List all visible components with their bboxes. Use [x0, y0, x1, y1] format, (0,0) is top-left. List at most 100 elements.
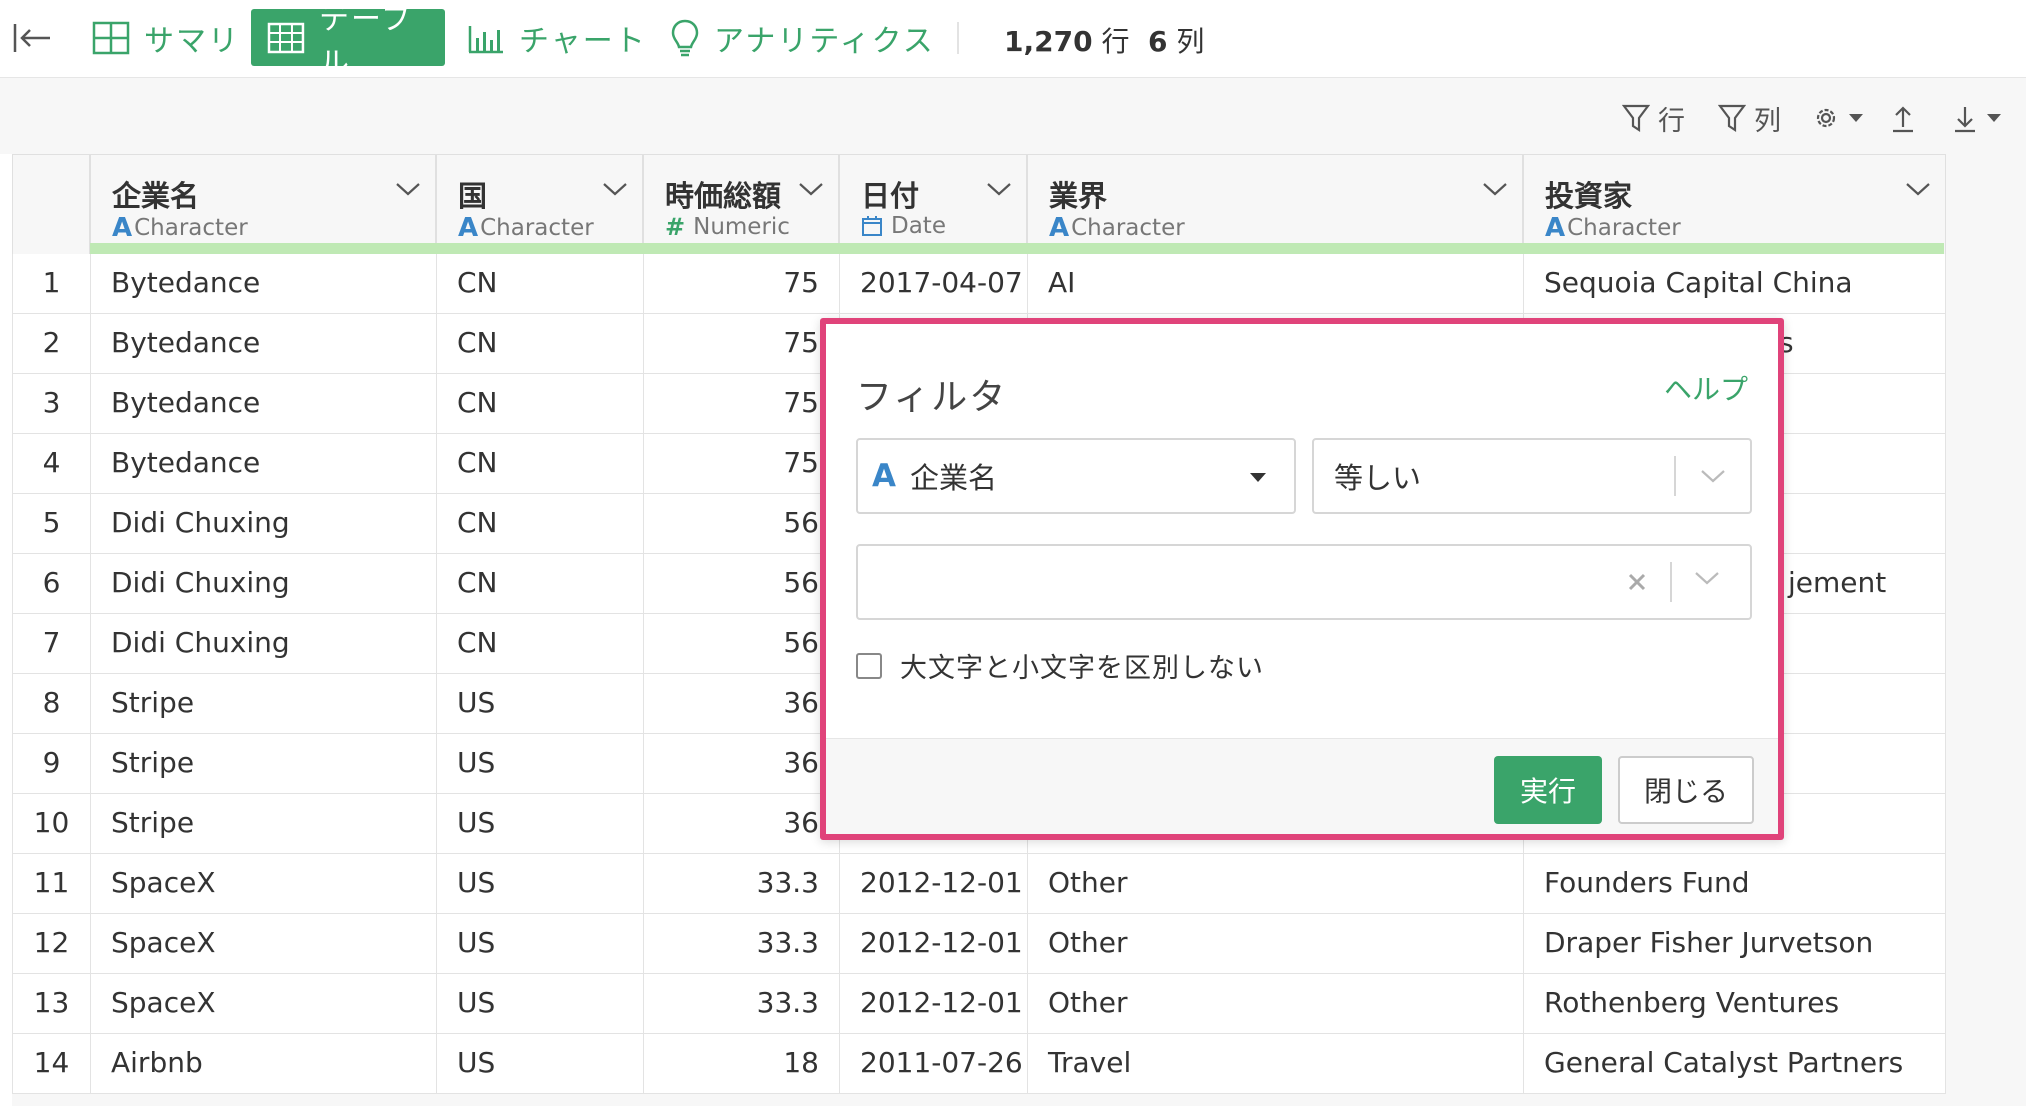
cell-company[interactable]: Stripe: [90, 674, 436, 734]
chevron-down-icon[interactable]: [602, 181, 628, 197]
row-index: 6: [12, 554, 90, 614]
chevron-down-icon[interactable]: [1694, 570, 1720, 586]
cell-company[interactable]: Bytedance: [90, 254, 436, 314]
column-header-country[interactable]: 国 A Character: [436, 154, 643, 254]
cell-date[interactable]: 2011-07-26: [839, 1034, 1027, 1094]
cell-country[interactable]: US: [436, 914, 643, 974]
cell-country[interactable]: CN: [436, 554, 643, 614]
cell-country[interactable]: CN: [436, 494, 643, 554]
filter-icon: [1718, 104, 1746, 133]
cell-country[interactable]: CN: [436, 254, 643, 314]
cell-market-cap[interactable]: 56: [643, 494, 839, 554]
cell-investor[interactable]: Founders Fund: [1523, 854, 1946, 914]
cell-country[interactable]: US: [436, 974, 643, 1034]
cell-industry[interactable]: Other: [1027, 854, 1523, 914]
tab-chart[interactable]: チャート: [467, 9, 647, 66]
chevron-down-icon: [1701, 470, 1725, 483]
cell-market-cap[interactable]: 36: [643, 674, 839, 734]
character-type-icon: A: [458, 213, 479, 243]
cell-industry[interactable]: Other: [1027, 974, 1523, 1034]
row-filter-button[interactable]: 行: [1622, 98, 1685, 138]
cell-market-cap[interactable]: 18: [643, 1034, 839, 1094]
cell-investor[interactable]: Draper Fisher Jurvetson: [1523, 914, 1946, 974]
cell-market-cap[interactable]: 36: [643, 734, 839, 794]
column-header-date[interactable]: 日付 Date: [839, 154, 1027, 254]
cell-market-cap[interactable]: 36: [643, 794, 839, 854]
cell-company[interactable]: SpaceX: [90, 914, 436, 974]
operator-select[interactable]: 等しい: [1312, 438, 1752, 514]
column-filter-button[interactable]: 列: [1718, 98, 1781, 138]
cell-date[interactable]: 2017-04-07: [839, 254, 1027, 314]
cell-date[interactable]: 2012-12-01: [839, 914, 1027, 974]
column-type-label: Character: [134, 215, 248, 241]
column-count-value: 6: [1148, 25, 1168, 58]
column-type-label: Character: [1071, 215, 1185, 241]
cell-industry[interactable]: Other: [1027, 914, 1523, 974]
cell-company[interactable]: Stripe: [90, 734, 436, 794]
cell-market-cap[interactable]: 56: [643, 554, 839, 614]
settings-menu-button[interactable]: [1812, 98, 1872, 138]
cell-country[interactable]: CN: [436, 314, 643, 374]
column-header-investor[interactable]: 投資家 A Character: [1523, 154, 1946, 254]
cell-investor[interactable]: Sequoia Capital China: [1523, 254, 1946, 314]
chevron-down-icon[interactable]: [395, 181, 421, 197]
download-menu-button[interactable]: [1952, 98, 2010, 138]
cell-date[interactable]: 2012-12-01: [839, 854, 1027, 914]
cell-market-cap[interactable]: 75: [643, 434, 839, 494]
cell-company[interactable]: Didi Chuxing: [90, 494, 436, 554]
column-header-industry[interactable]: 業界 A Character: [1027, 154, 1523, 254]
cell-company[interactable]: Stripe: [90, 794, 436, 854]
cell-company[interactable]: Bytedance: [90, 374, 436, 434]
cell-market-cap[interactable]: 33.3: [643, 854, 839, 914]
cell-country[interactable]: CN: [436, 614, 643, 674]
cell-market-cap[interactable]: 75: [643, 314, 839, 374]
cell-country[interactable]: CN: [436, 434, 643, 494]
tab-analytics[interactable]: アナリティクス: [670, 9, 935, 66]
cell-industry[interactable]: AI: [1027, 254, 1523, 314]
row-filter-label: 行: [1658, 105, 1685, 137]
cell-company[interactable]: Didi Chuxing: [90, 614, 436, 674]
cell-market-cap[interactable]: 33.3: [643, 974, 839, 1034]
cell-investor[interactable]: Rothenberg Ventures: [1523, 974, 1946, 1034]
help-link[interactable]: ヘルプ: [1664, 368, 1748, 408]
cell-investor[interactable]: General Catalyst Partners: [1523, 1034, 1946, 1094]
toolbar-divider: [957, 22, 959, 54]
table-icon: [267, 22, 305, 53]
tab-table[interactable]: テーブル: [251, 2, 445, 81]
cell-company[interactable]: SpaceX: [90, 854, 436, 914]
cell-industry[interactable]: Travel: [1027, 1034, 1523, 1094]
row-index: 11: [12, 854, 90, 914]
cell-date[interactable]: 2012-12-01: [839, 974, 1027, 1034]
cell-company[interactable]: SpaceX: [90, 974, 436, 1034]
cell-market-cap[interactable]: 75: [643, 254, 839, 314]
cell-company[interactable]: Bytedance: [90, 314, 436, 374]
cell-company[interactable]: Bytedance: [90, 434, 436, 494]
collapse-left-icon[interactable]: [12, 18, 52, 58]
cell-country[interactable]: US: [436, 854, 643, 914]
cell-market-cap[interactable]: 56: [643, 614, 839, 674]
cell-market-cap[interactable]: 33.3: [643, 914, 839, 974]
row-index: 5: [12, 494, 90, 554]
chevron-down-icon[interactable]: [798, 181, 824, 197]
cell-company[interactable]: Didi Chuxing: [90, 554, 436, 614]
cell-country[interactable]: US: [436, 734, 643, 794]
chevron-down-icon[interactable]: [1482, 181, 1508, 197]
column-header-company[interactable]: 企業名 A Character: [90, 154, 436, 254]
column-select[interactable]: A 企業名: [856, 438, 1296, 514]
cell-country[interactable]: US: [436, 794, 643, 854]
tab-summary[interactable]: サマリ: [92, 9, 240, 66]
run-button[interactable]: 実行: [1494, 756, 1602, 824]
column-header-market-cap[interactable]: 時価総額 # Numeric: [643, 154, 839, 254]
cell-country[interactable]: US: [436, 674, 643, 734]
cell-company[interactable]: Airbnb: [90, 1034, 436, 1094]
chevron-down-icon[interactable]: [1905, 181, 1931, 197]
clear-icon[interactable]: [1621, 566, 1653, 598]
case-insensitive-checkbox[interactable]: [856, 653, 882, 679]
cell-country[interactable]: US: [436, 1034, 643, 1094]
chevron-down-icon[interactable]: [986, 181, 1012, 197]
cell-country[interactable]: CN: [436, 374, 643, 434]
close-button[interactable]: 閉じる: [1618, 756, 1754, 824]
cell-market-cap[interactable]: 75: [643, 374, 839, 434]
filter-value-input[interactable]: [856, 544, 1752, 620]
upload-button[interactable]: [1890, 98, 1924, 138]
